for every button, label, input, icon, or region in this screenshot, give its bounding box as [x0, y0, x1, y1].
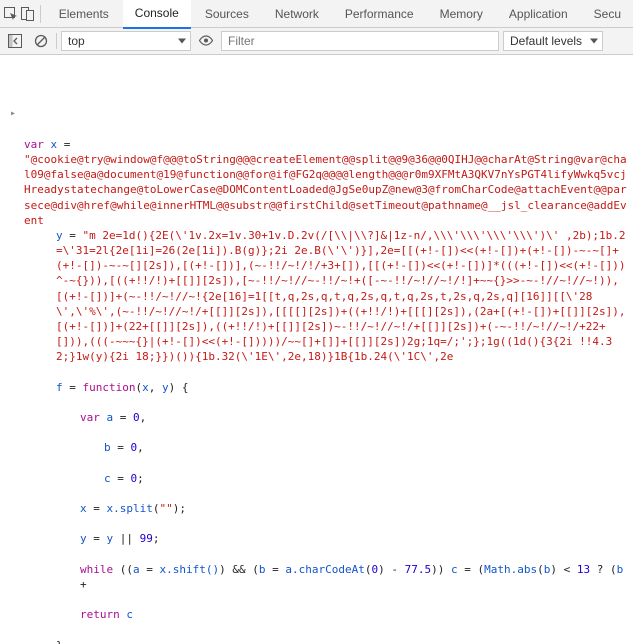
token-operator: = [69, 229, 76, 242]
token-identifier: Math.abs [484, 563, 537, 576]
console-toolbar: top Default levels [0, 28, 633, 55]
tab-divider [40, 5, 41, 23]
token-identifier: c [126, 608, 133, 621]
token-operator: = [69, 381, 76, 394]
token-identifier: x [51, 138, 58, 151]
token-operator: ? [597, 563, 604, 576]
token-number: 13 [577, 563, 590, 576]
token-punct: { [182, 381, 189, 394]
chevron-down-icon [178, 39, 186, 44]
chevron-right-icon[interactable]: ▸ [10, 107, 16, 121]
log-levels-selector[interactable]: Default levels [503, 31, 603, 51]
token-identifier: c [104, 472, 111, 485]
tab-sources[interactable]: Sources [193, 0, 261, 28]
token-identifier: a.charCodeAt [285, 563, 364, 576]
clear-console-icon[interactable] [30, 30, 52, 52]
inspect-icon[interactable] [4, 4, 18, 24]
token-identifier: c [451, 563, 458, 576]
token-identifier: a [107, 411, 114, 424]
token-punct: }, [56, 639, 69, 644]
token-identifier: b [259, 563, 266, 576]
token-keyword: var [24, 138, 44, 151]
token-punct: ); [173, 502, 186, 515]
log-levels-value: Default levels [510, 34, 582, 48]
token-identifier: x.shift() [160, 563, 220, 576]
token-number: 77.5 [405, 563, 432, 576]
tab-application[interactable]: Application [497, 0, 580, 28]
console-output: ▸ var x = "@cookie@try@window@f@@@toStri… [0, 55, 633, 644]
token-punct: ; [137, 472, 144, 485]
device-icon[interactable] [20, 4, 34, 24]
token-keyword: return [80, 608, 120, 621]
chevron-down-icon [590, 39, 598, 44]
tab-console[interactable]: Console [123, 0, 191, 29]
token-identifier: y [107, 532, 114, 545]
token-identifier: y [80, 532, 87, 545]
token-operator: = [120, 411, 127, 424]
token-keyword: var [80, 411, 100, 424]
token-operator: || [120, 532, 133, 545]
token-identifier: a [133, 563, 140, 576]
tab-network[interactable]: Network [263, 0, 331, 28]
toolbar-divider [56, 33, 57, 49]
sidebar-toggle-icon[interactable] [4, 30, 26, 52]
token-operator: = [64, 138, 71, 151]
token-string: "m 2e=1d(){2E(\'1v.2x=1v.30+1v.D.2v(/[\\… [56, 229, 626, 363]
context-selector-value: top [68, 34, 85, 48]
token-string: "" [159, 502, 172, 515]
devtools-tabbar: Elements Console Sources Network Perform… [0, 0, 633, 28]
filter-input[interactable] [221, 31, 499, 51]
token-punct: , [137, 441, 144, 454]
tab-performance[interactable]: Performance [333, 0, 426, 28]
token-keyword: function [83, 381, 136, 394]
token-operator: = [93, 532, 100, 545]
token-identifier: y [56, 229, 63, 242]
token-identifier: x.split [107, 502, 153, 515]
token-punct: , [140, 411, 147, 424]
token-operator: = [93, 502, 100, 515]
token-punct: ; [153, 532, 160, 545]
token-operator: && [232, 563, 245, 576]
token-identifier: x [142, 381, 149, 394]
token-operator: = [117, 472, 124, 485]
token-keyword: while [80, 563, 113, 576]
token-identifier: f [56, 381, 63, 394]
token-operator: = [117, 441, 124, 454]
token-identifier: b [617, 563, 624, 576]
tab-memory[interactable]: Memory [428, 0, 495, 28]
eye-icon[interactable] [195, 30, 217, 52]
token-number: 0 [133, 411, 140, 424]
token-number: 99 [140, 532, 153, 545]
token-identifier: x [80, 502, 87, 515]
console-entry: ▸ var x = "@cookie@try@window@f@@@toStri… [24, 105, 629, 644]
tab-security[interactable]: Secu [582, 0, 633, 28]
tab-elements[interactable]: Elements [47, 0, 121, 28]
token-identifier: b [104, 441, 111, 454]
context-selector[interactable]: top [61, 31, 191, 51]
token-identifier: y [162, 381, 169, 394]
token-string: "@cookie@try@window@f@@@toString@@@creat… [24, 153, 627, 227]
